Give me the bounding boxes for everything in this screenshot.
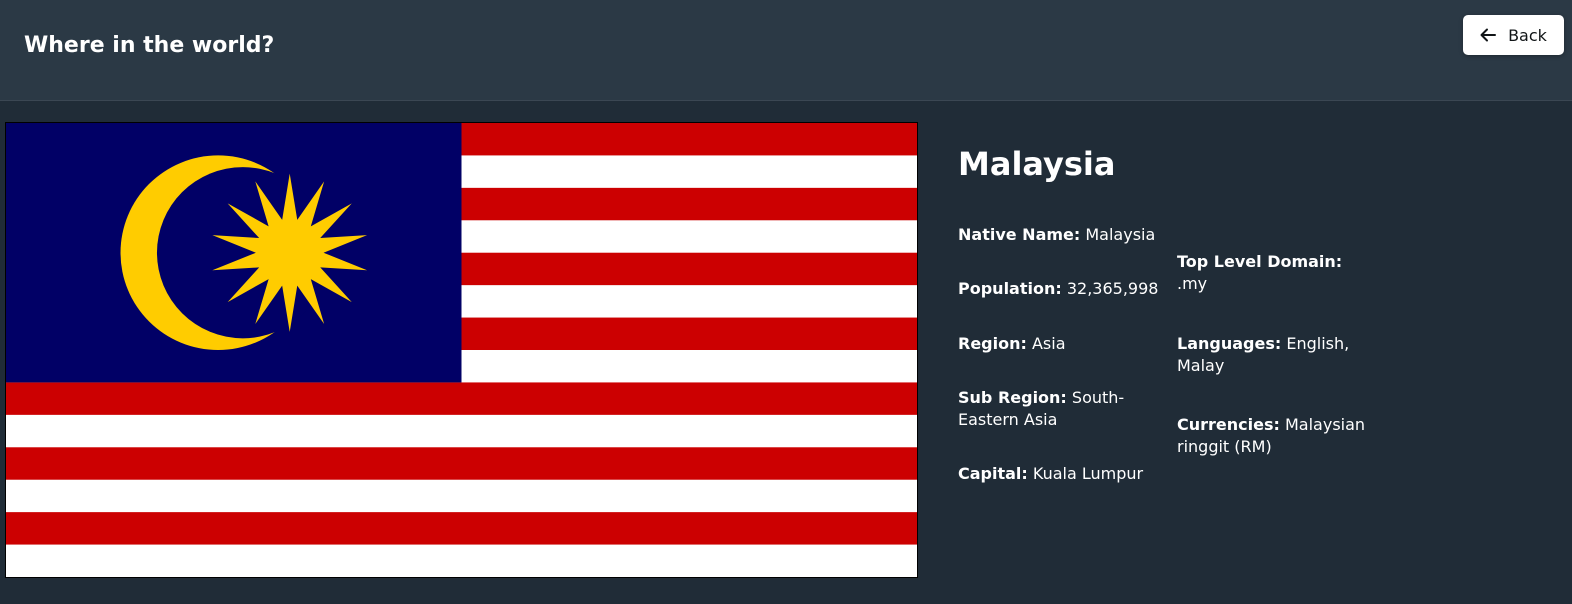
tld-value: .my: [1177, 274, 1208, 293]
population-label: Population:: [958, 279, 1062, 298]
region-label: Region:: [958, 334, 1027, 353]
region-value: Asia: [1031, 334, 1066, 353]
country-flag: [5, 122, 918, 578]
app-header: Where in the world? Back: [0, 0, 1572, 101]
population-field: Population: 32,365,998: [958, 278, 1163, 300]
flag-stripe: [6, 382, 917, 416]
flag-stripe: [6, 512, 917, 545]
currencies-label: Currencies:: [1177, 415, 1280, 434]
population-value: 32,365,998: [1066, 279, 1159, 298]
back-button[interactable]: Back: [1463, 15, 1564, 55]
sub-region-label: Sub Region:: [958, 388, 1067, 407]
flag-stripe: [6, 414, 917, 448]
flag-stripe: [6, 479, 917, 513]
languages-field: Languages: English, Malay: [1177, 333, 1367, 377]
back-button-label: Back: [1508, 25, 1547, 45]
capital-label: Capital:: [958, 464, 1028, 483]
app-title: Where in the world?: [24, 33, 275, 58]
languages-label: Languages:: [1177, 334, 1282, 353]
country-name: Malaysia: [958, 145, 1116, 183]
arrow-left-icon: [1480, 28, 1497, 42]
currencies-field: Currencies: Malaysian ringgit (RM): [1177, 414, 1367, 458]
region-field: Region: Asia: [958, 333, 1163, 355]
tld-field: Top Level Domain: .my: [1177, 251, 1367, 295]
capital-field: Capital: Kuala Lumpur: [958, 463, 1163, 485]
tld-label: Top Level Domain:: [1177, 252, 1343, 271]
sub-region-field: Sub Region: South-Eastern Asia: [958, 387, 1163, 431]
native-name-value: Malaysia: [1085, 225, 1156, 244]
flag-stripe: [6, 544, 917, 577]
native-name-label: Native Name:: [958, 225, 1081, 244]
malaysia-flag-image: [6, 123, 917, 577]
capital-value: Kuala Lumpur: [1032, 464, 1144, 483]
flag-stripe: [6, 447, 917, 481]
native-name-field: Native Name: Malaysia: [958, 224, 1163, 246]
